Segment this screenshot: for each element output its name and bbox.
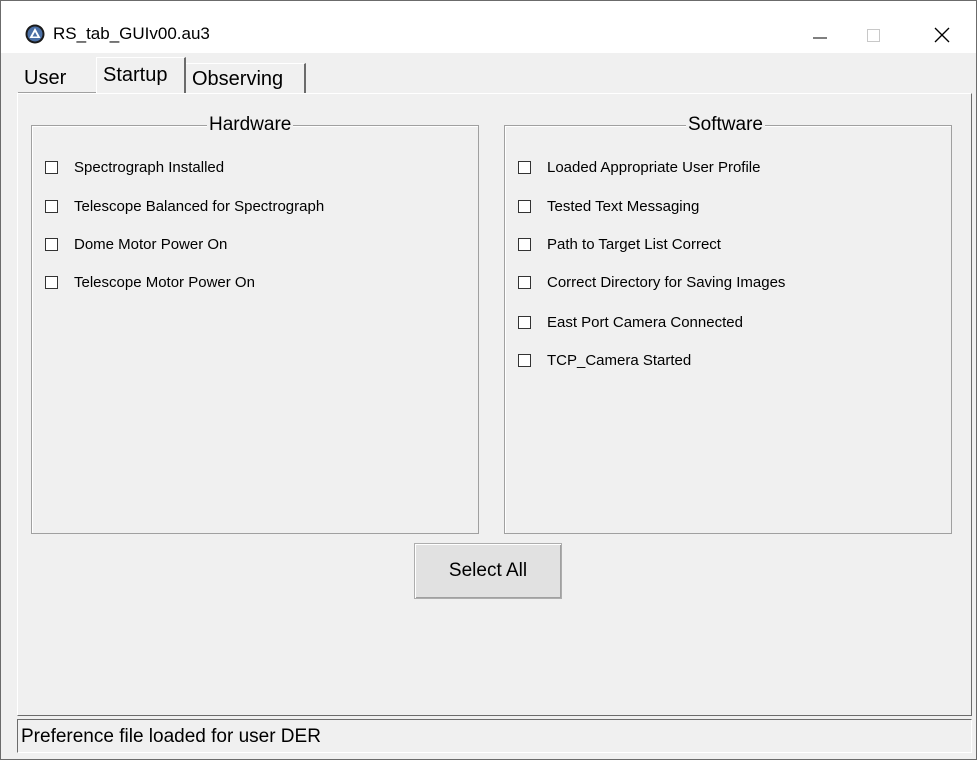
hardware-legend: Hardware	[207, 114, 294, 136]
tab-observing[interactable]: Observing	[186, 63, 306, 93]
tab-user[interactable]: User	[18, 63, 96, 93]
checkbox-box[interactable]	[45, 161, 58, 174]
status-text: Preference file loaded for user DER	[21, 726, 321, 747]
window-title: RS_tab_GUIv00.au3	[53, 24, 210, 43]
hardware-group: Hardware	[31, 114, 479, 534]
checkbox-label: Dome Motor Power On	[74, 236, 228, 253]
checkbox-box[interactable]	[45, 200, 58, 213]
checkbox-box[interactable]	[518, 354, 531, 367]
checkbox-label: East Port Camera Connected	[547, 314, 743, 331]
checkbox-label: TCP_Camera Started	[547, 352, 692, 369]
tab-startup[interactable]: Startup	[96, 57, 186, 95]
checkbox-box[interactable]	[518, 161, 531, 174]
checkbox-box[interactable]	[45, 276, 58, 289]
status-bar: Preference file loaded for user DER	[17, 719, 972, 753]
checkbox-label: Path to Target List Correct	[547, 236, 721, 253]
checkbox-label: Spectrograph Installed	[74, 159, 225, 176]
close-button[interactable]	[918, 15, 966, 53]
autoit-icon	[25, 24, 45, 44]
minimize-icon	[813, 37, 827, 39]
checkbox-box[interactable]	[518, 316, 531, 329]
checkbox-label: Tested Text Messaging	[547, 198, 700, 215]
checkbox-label: Telescope Motor Power On	[74, 274, 255, 291]
minimize-button[interactable]	[796, 15, 844, 53]
checkbox-label: Telescope Balanced for Spectrograph	[74, 198, 325, 215]
checkbox-box[interactable]	[518, 238, 531, 251]
checkbox-box[interactable]	[45, 238, 58, 251]
tab-strip: User Observing Startup	[18, 57, 973, 95]
select-all-button[interactable]: Select All	[414, 543, 562, 599]
maximize-button[interactable]	[849, 15, 897, 53]
checkbox-label: Correct Directory for Saving Images	[547, 274, 786, 291]
checkbox-box[interactable]	[518, 276, 531, 289]
checkbox-box[interactable]	[518, 200, 531, 213]
checkbox-label: Loaded Appropriate User Profile	[547, 159, 761, 176]
title-bar[interactable]: RS_tab_GUIv00.au3	[1, 1, 976, 53]
maximize-icon	[867, 29, 880, 42]
close-icon	[934, 27, 950, 43]
software-legend: Software	[686, 114, 765, 136]
